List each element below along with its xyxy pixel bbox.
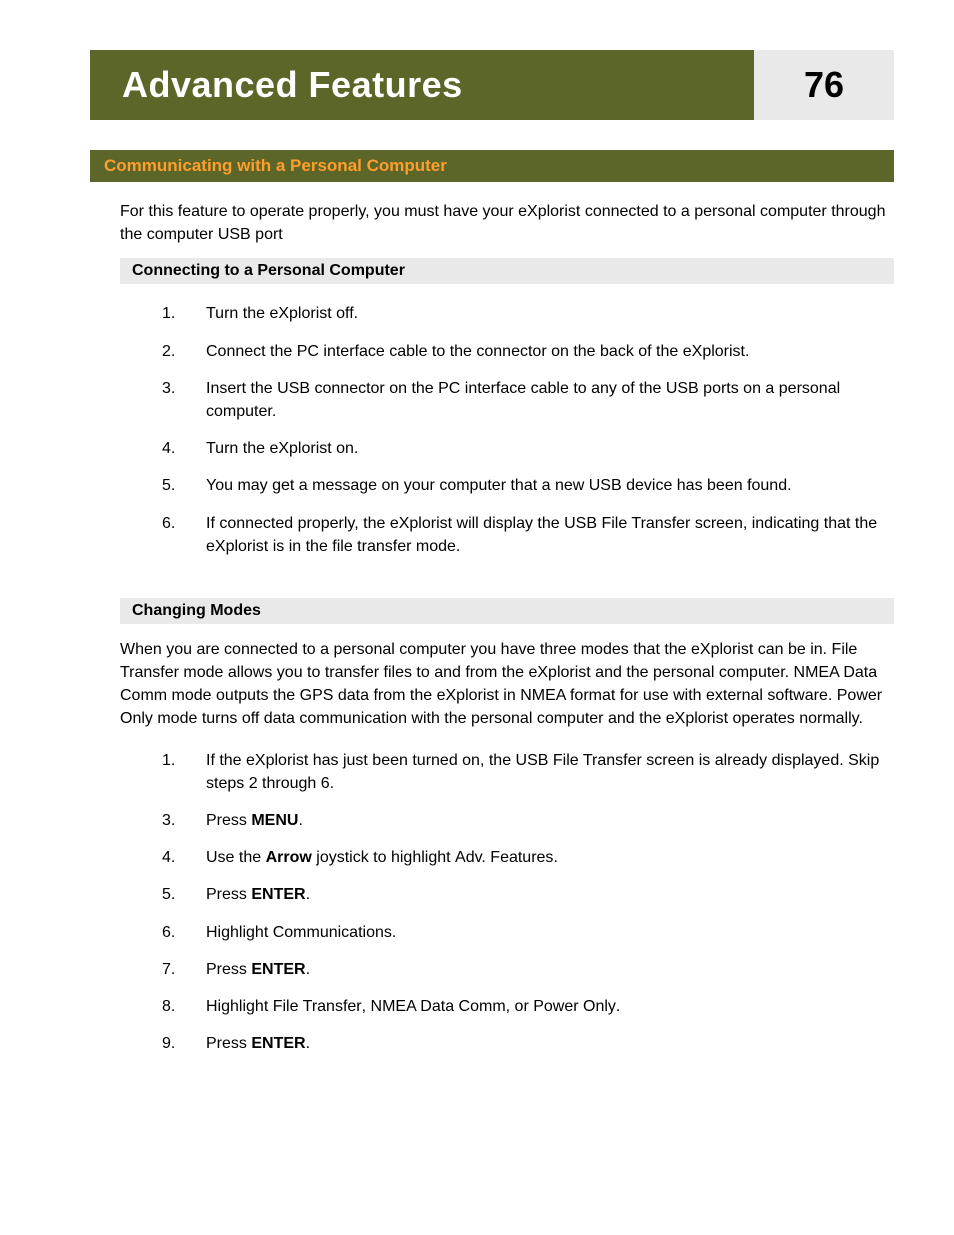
list-item: 7.Press ENTER.	[162, 958, 894, 981]
step-number: 3.	[162, 809, 206, 832]
list-item: 5.You may get a message on your computer…	[162, 474, 894, 497]
changing-intro: When you are connected to a personal com…	[120, 638, 894, 731]
list-item: 3.Insert the USB connector on the PC int…	[162, 377, 894, 423]
menu-ref: Adv. Features	[455, 849, 553, 866]
step-number: 9.	[162, 1032, 206, 1055]
section-heading: Communicating with a Personal Computer	[90, 150, 894, 182]
menu-ref: Power Only	[533, 998, 616, 1015]
button-ref: ENTER	[251, 1035, 305, 1052]
button-ref: MENU	[251, 812, 298, 829]
step-text: If connected properly, the eXplorist wil…	[206, 512, 894, 558]
step-text: Press ENTER.	[206, 958, 894, 981]
step-number: 4.	[162, 437, 206, 460]
list-item: 3.Press MENU.	[162, 809, 894, 832]
menu-ref: Communications	[273, 924, 392, 941]
step-text: Highlight Communications.	[206, 921, 894, 944]
button-ref: ENTER	[251, 961, 305, 978]
list-item: 4.Turn the eXplorist on.	[162, 437, 894, 460]
step-text: Press MENU.	[206, 809, 894, 832]
step-text: Turn the eXplorist off.	[206, 302, 894, 325]
step-text: Press ENTER.	[206, 1032, 894, 1055]
page-number: 76	[754, 50, 894, 120]
button-ref: ENTER	[251, 886, 305, 903]
step-text: Connect the PC interface cable to the co…	[206, 340, 894, 363]
list-item: 4.Use the Arrow joystick to highlight Ad…	[162, 846, 894, 869]
control-ref: Arrow	[266, 849, 312, 866]
menu-ref: File Transfer	[273, 998, 362, 1015]
step-number: 8.	[162, 995, 206, 1018]
list-item: 6.Highlight Communications.	[162, 921, 894, 944]
step-number: 4.	[162, 846, 206, 869]
list-item: 5.Press ENTER.	[162, 883, 894, 906]
menu-ref: NMEA Data Comm	[371, 998, 506, 1015]
list-item: 1.If the eXplorist has just been turned …	[162, 749, 894, 795]
list-item: 9.Press ENTER.	[162, 1032, 894, 1055]
list-item: 2.Connect the PC interface cable to the …	[162, 340, 894, 363]
step-number: 5.	[162, 474, 206, 497]
step-number: 2.	[162, 340, 206, 363]
connecting-heading: Connecting to a Personal Computer	[120, 258, 894, 284]
list-item: 1.Turn the eXplorist off.	[162, 302, 894, 325]
step-text: Press ENTER.	[206, 883, 894, 906]
step-number: 3.	[162, 377, 206, 423]
step-text: Highlight File Transfer, NMEA Data Comm,…	[206, 995, 894, 1018]
list-item: 8.Highlight File Transfer, NMEA Data Com…	[162, 995, 894, 1018]
step-text: Insert the USB connector on the PC inter…	[206, 377, 894, 423]
step-text: Turn the eXplorist on.	[206, 437, 894, 460]
step-number: 7.	[162, 958, 206, 981]
step-number: 6.	[162, 921, 206, 944]
section-intro: For this feature to operate properly, yo…	[120, 200, 894, 246]
step-number: 6.	[162, 512, 206, 558]
connecting-steps: 1.Turn the eXplorist off. 2.Connect the …	[162, 302, 894, 558]
changing-heading: Changing Modes	[120, 598, 894, 624]
changing-steps: 1.If the eXplorist has just been turned …	[162, 749, 894, 1056]
step-text: You may get a message on your computer t…	[206, 474, 894, 497]
step-number: 1.	[162, 302, 206, 325]
step-text: Use the Arrow joystick to highlight Adv.…	[206, 846, 894, 869]
step-number: 5.	[162, 883, 206, 906]
list-item: 6.If connected properly, the eXplorist w…	[162, 512, 894, 558]
page-header: Advanced Features 76	[90, 50, 894, 120]
page-title: Advanced Features	[90, 50, 754, 120]
step-text: If the eXplorist has just been turned on…	[206, 749, 894, 795]
step-number: 1.	[162, 749, 206, 795]
